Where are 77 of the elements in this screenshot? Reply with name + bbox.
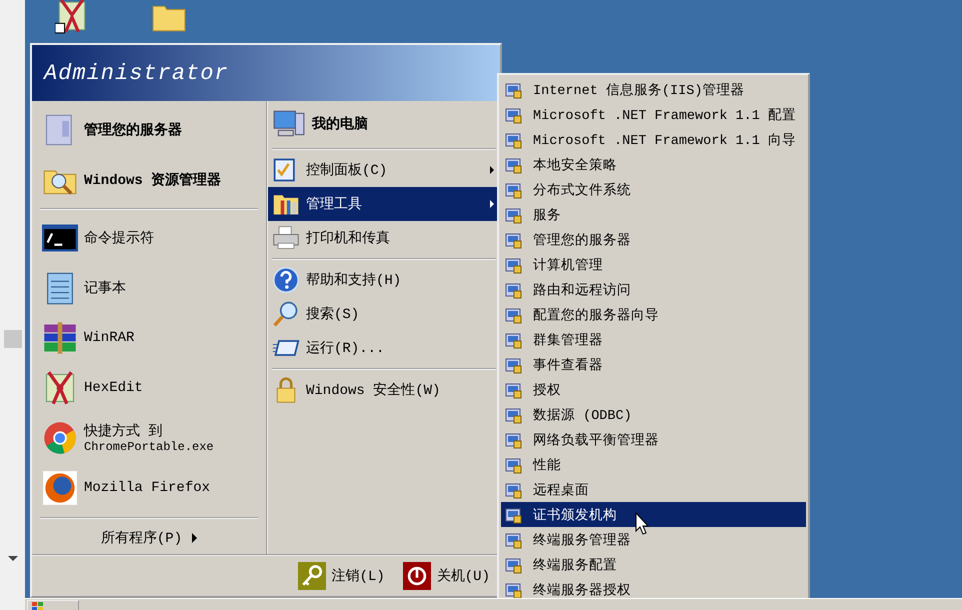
program-item[interactable]: 快捷方式 到 ChromePortable.exe: [36, 413, 262, 463]
all-programs-item[interactable]: 所有程序(P): [36, 522, 262, 554]
program-item[interactable]: 命令提示符: [36, 213, 262, 263]
pinned-program[interactable]: Windows 资源管理器: [36, 155, 262, 205]
question-icon: [272, 266, 300, 294]
tool-icon: [505, 130, 523, 148]
submenu-item[interactable]: Internet 信息服务(IIS)管理器: [501, 77, 806, 102]
tool-icon: [505, 380, 523, 398]
submenu-item[interactable]: 本地安全策略: [501, 152, 806, 177]
power-icon: [402, 562, 431, 590]
tool-icon: [505, 580, 523, 598]
program-label: 快捷方式 到: [84, 422, 164, 440]
search-icon: [272, 300, 300, 328]
tool-icon: [505, 530, 523, 548]
menu-item[interactable]: Windows 安全性(W): [268, 373, 500, 407]
windows-flag-icon: [32, 602, 44, 610]
user-name: Administrator: [44, 60, 229, 86]
submenu-item[interactable]: 终端服务配置: [501, 552, 806, 577]
tool-icon: [505, 456, 523, 474]
tool-icon: [505, 556, 523, 574]
submenu-item[interactable]: 授权: [501, 377, 806, 402]
submenu-item[interactable]: 管理您的服务器: [501, 227, 806, 252]
submenu-item[interactable]: Microsoft .NET Framework 1.1 配置: [501, 102, 806, 127]
submenu-item[interactable]: 终端服务器授权: [501, 577, 806, 602]
program-item[interactable]: WinRAR: [36, 313, 262, 363]
tool-icon: [505, 506, 523, 524]
browser-icon: [42, 420, 78, 456]
tool-icon: [505, 430, 523, 448]
browser-globe-icon: [42, 470, 78, 506]
menu-item[interactable]: 控制面板(C): [268, 153, 500, 187]
submenu-item[interactable]: 终端服务管理器: [501, 527, 806, 552]
tool-icon: [505, 330, 523, 348]
tool-icon: [505, 180, 523, 198]
menu-item[interactable]: 打印机和传真: [268, 221, 500, 255]
menu-item[interactable]: 管理工具: [268, 187, 500, 221]
session-button[interactable]: 注销(L): [294, 560, 389, 592]
tool-icon: [505, 80, 523, 98]
tool-icon: [505, 280, 523, 298]
submenu-item[interactable]: 路由和远程访问: [501, 277, 806, 302]
pinned-program[interactable]: 管理您的服务器: [36, 105, 262, 155]
books-stack-icon: [42, 320, 78, 356]
submenu-item[interactable]: 事件查看器: [501, 352, 806, 377]
program-item[interactable]: 记事本: [36, 263, 262, 313]
submenu-item[interactable]: 计算机管理: [501, 252, 806, 277]
tool-icon: [505, 256, 523, 274]
submenu-item[interactable]: 远程桌面: [501, 477, 806, 502]
menu-item[interactable]: 运行(R)...: [268, 331, 500, 365]
start-button[interactable]: [27, 600, 79, 610]
tool-icon: [505, 356, 523, 374]
submenu-item[interactable]: 网络负载平衡管理器: [501, 427, 806, 452]
scroll-down-arrow-icon[interactable]: [8, 556, 18, 561]
submenu-item[interactable]: Microsoft .NET Framework 1.1 向导: [501, 127, 806, 152]
menu-item[interactable]: 我的电脑: [268, 103, 500, 145]
printer-icon: [272, 224, 300, 252]
tool-icon: [505, 306, 523, 324]
menu-item[interactable]: 搜索(S): [268, 297, 500, 331]
tool-icon: [505, 206, 523, 224]
submenu-item[interactable]: 数据源 (ODBC): [501, 402, 806, 427]
tool-icon: [505, 406, 523, 424]
submenu-item[interactable]: 群集管理器: [501, 327, 806, 352]
tool-icon: [505, 156, 523, 174]
program-item[interactable]: HexEdit: [36, 363, 262, 413]
key-icon: [298, 562, 326, 590]
scrollbar-thumb[interactable]: [4, 330, 22, 348]
mouse-pointer-icon: [635, 512, 649, 536]
program-sublabel: ChromePortable.exe: [84, 440, 214, 454]
tool-icon: [505, 106, 523, 124]
submenu-item[interactable]: 证书颁发机构: [501, 502, 806, 527]
submenu-item[interactable]: 配置您的服务器向导: [501, 302, 806, 327]
submenu-item[interactable]: 服务: [501, 202, 806, 227]
submenu-item[interactable]: 分布式文件系统: [501, 177, 806, 202]
menu-item[interactable]: 帮助和支持(H): [268, 263, 500, 297]
tool-icon: [505, 230, 523, 248]
submenu-item[interactable]: 性能: [501, 452, 806, 477]
tool-icon: [505, 480, 523, 498]
session-button[interactable]: 关机(U): [398, 560, 494, 592]
program-item[interactable]: Mozilla Firefox: [36, 463, 262, 513]
